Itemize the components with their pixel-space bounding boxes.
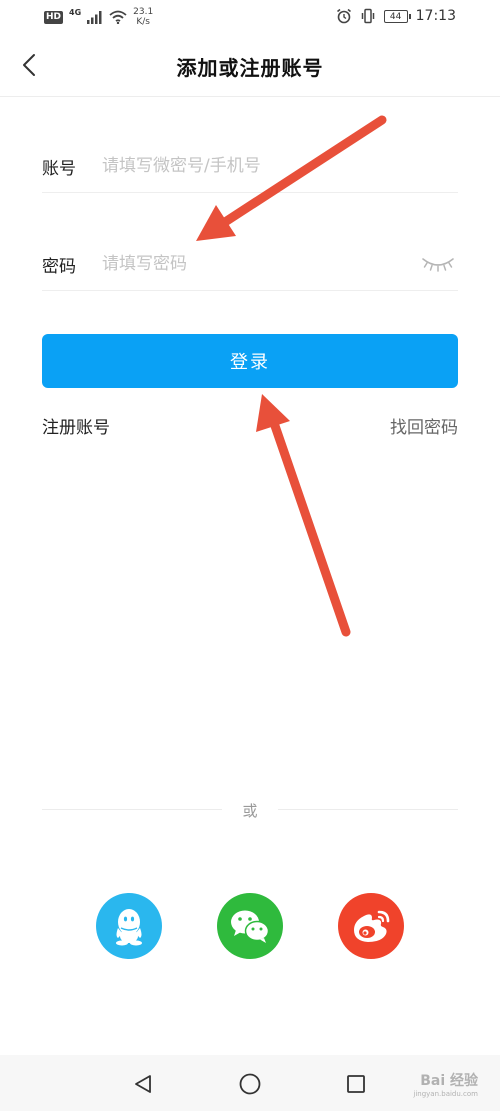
password-label: 密码 [42, 256, 76, 277]
qq-icon [116, 909, 142, 946]
signal-icon [87, 10, 102, 24]
watermark-site: jingyan.baidu.com [413, 1090, 478, 1098]
password-row: 密码 [42, 238, 458, 291]
weibo-icon [354, 910, 390, 942]
speed-unit: K/s [136, 17, 150, 27]
square-recent-icon [347, 1075, 365, 1093]
wechat-icon [231, 910, 270, 943]
register-link[interactable]: 注册账号 [42, 413, 110, 438]
vibrate-icon [361, 8, 374, 24]
login-button[interactable]: 登录 [42, 334, 458, 388]
network-speed: 23.1 K/s [133, 7, 153, 27]
battery-level: 44 [389, 11, 402, 22]
wifi-icon [109, 10, 127, 24]
status-bar: HD 4G 23.1 K/s 44 17:13 [0, 0, 500, 34]
network-type: 4G [69, 7, 82, 17]
header: 添加或注册账号 [0, 34, 500, 97]
status-left: HD 4G 23.1 K/s [44, 7, 153, 27]
account-input[interactable] [102, 156, 458, 176]
alarm-icon [336, 8, 351, 24]
clock: 17:13 [415, 8, 456, 24]
or-text: 或 [242, 802, 258, 820]
baidu-watermark: Bai 经验 [420, 1073, 478, 1089]
password-input[interactable] [102, 254, 418, 274]
annotation-arrow-login [256, 394, 351, 637]
eye-closed-icon [422, 258, 454, 272]
password-visibility-toggle[interactable] [418, 249, 458, 279]
account-row: 账号 [42, 140, 458, 193]
divider-line-right [278, 809, 458, 810]
nav-recent-button[interactable] [341, 1069, 371, 1099]
wechat-login-button[interactable] [217, 893, 283, 959]
account-label: 账号 [42, 158, 76, 179]
circle-home-icon [239, 1073, 261, 1095]
page-title: 添加或注册账号 [176, 56, 324, 80]
qq-login-button[interactable] [96, 893, 162, 959]
nav-home-button[interactable] [235, 1069, 265, 1099]
hd-badge: HD [44, 10, 64, 24]
triangle-back-icon [135, 1075, 151, 1093]
speed-value: 23.1 [133, 7, 154, 17]
or-divider: 或 [42, 798, 458, 822]
forgot-password-link[interactable]: 找回密码 [390, 413, 458, 438]
weibo-login-button[interactable] [338, 893, 404, 959]
status-right: 44 17:13 [336, 8, 456, 24]
nav-back-button[interactable] [128, 1069, 158, 1099]
battery-indicator: 44 [383, 9, 411, 23]
